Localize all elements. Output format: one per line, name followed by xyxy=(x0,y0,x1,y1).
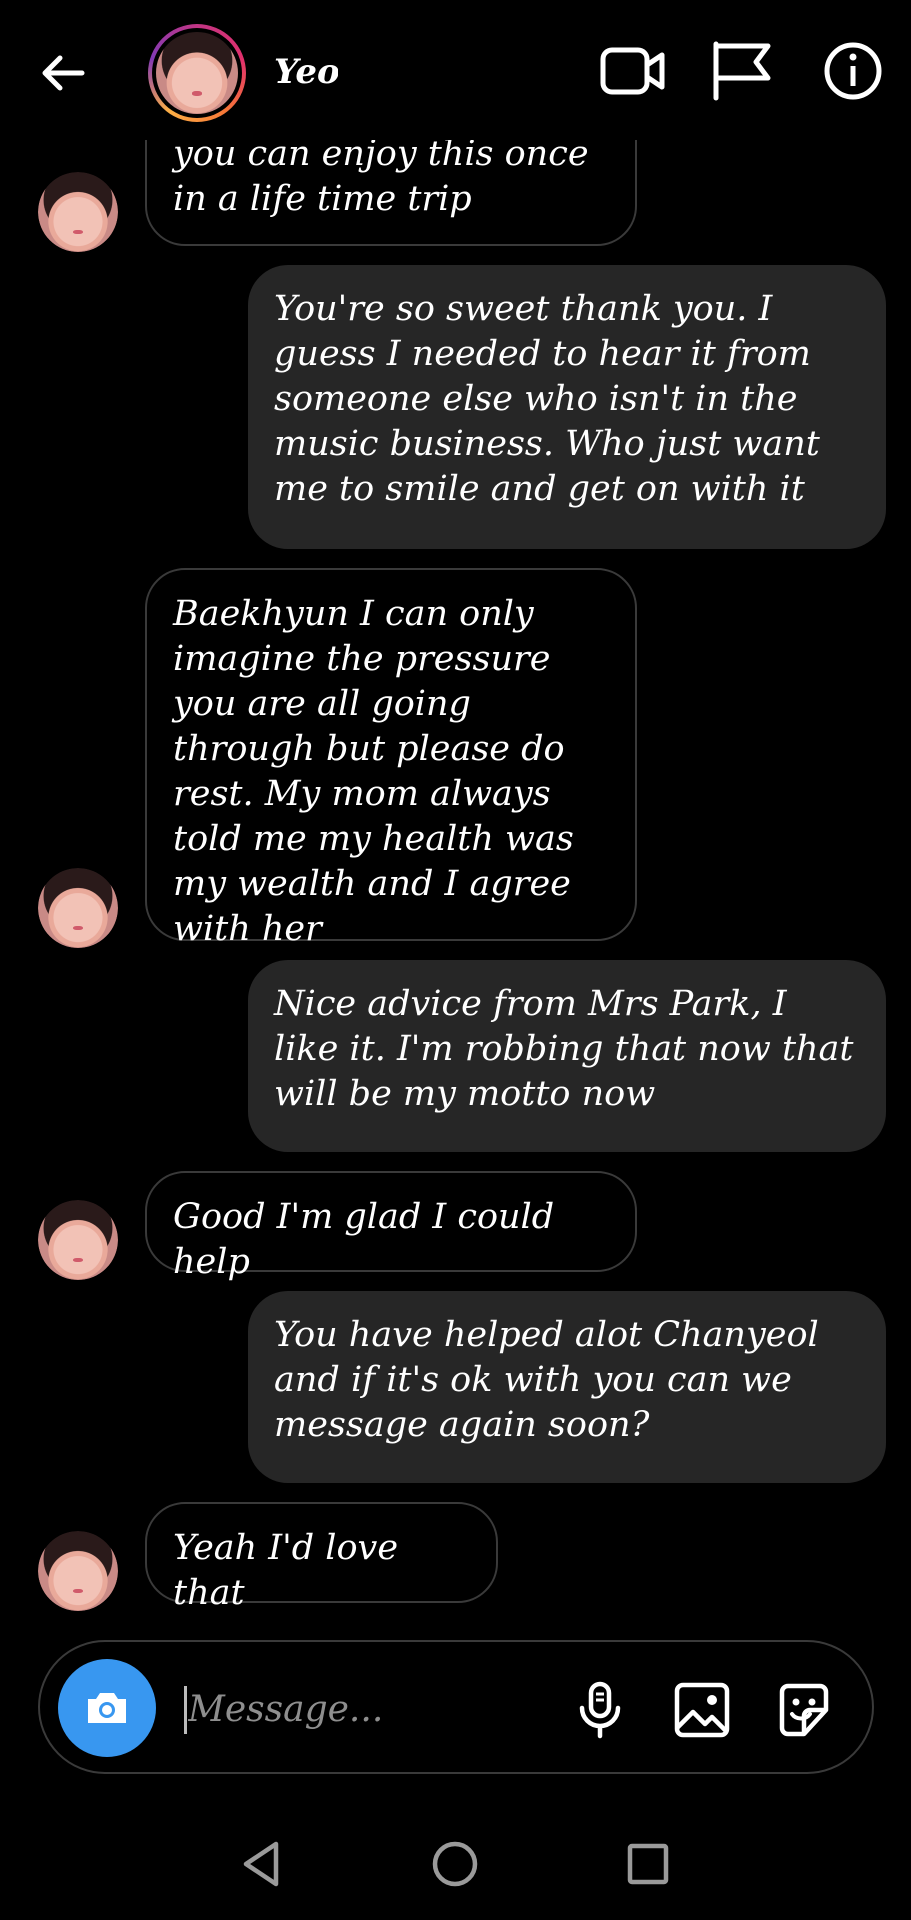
sender-avatar xyxy=(38,1531,118,1611)
camera-icon xyxy=(88,1693,126,1723)
gallery-icon[interactable] xyxy=(672,1680,732,1740)
system-navigation-bar xyxy=(0,1810,911,1920)
received-message-bubble[interactable]: Baekhyun I can only imagine the pressure… xyxy=(145,568,637,949)
video-call-icon[interactable] xyxy=(600,40,666,102)
chat-header: Yeol xyxy=(0,0,911,140)
microphone-icon[interactable] xyxy=(570,1680,630,1740)
info-icon[interactable] xyxy=(822,40,888,102)
sticker-icon[interactable] xyxy=(774,1680,834,1740)
sender-avatar xyxy=(38,172,118,252)
camera-button[interactable] xyxy=(58,1659,156,1757)
message-composer xyxy=(38,1640,874,1774)
sent-message-bubble[interactable]: Nice advice from Mrs Park, I like it. I'… xyxy=(248,960,886,1152)
text-cursor xyxy=(184,1686,187,1734)
nav-home-icon[interactable] xyxy=(425,1834,485,1894)
message-input[interactable] xyxy=(188,1678,548,1740)
nav-back-icon[interactable] xyxy=(232,1834,292,1894)
received-message-bubble[interactable]: Yeah I'd love that xyxy=(145,1502,498,1613)
sender-avatar xyxy=(38,868,118,948)
chat-title[interactable]: Yeol xyxy=(274,52,338,96)
nav-recents-icon[interactable] xyxy=(618,1834,678,1894)
profile-avatar[interactable] xyxy=(148,24,246,122)
sent-message-bubble[interactable]: You're so sweet thank you. I guess I nee… xyxy=(248,265,886,549)
sent-message-bubble[interactable]: You have helped alot Chanyeol and if it'… xyxy=(248,1291,886,1483)
sender-avatar xyxy=(38,1200,118,1280)
back-arrow-icon[interactable] xyxy=(38,48,88,98)
received-message-bubble[interactable]: Good I'm glad I could help xyxy=(145,1171,637,1282)
flag-icon[interactable] xyxy=(710,40,776,102)
